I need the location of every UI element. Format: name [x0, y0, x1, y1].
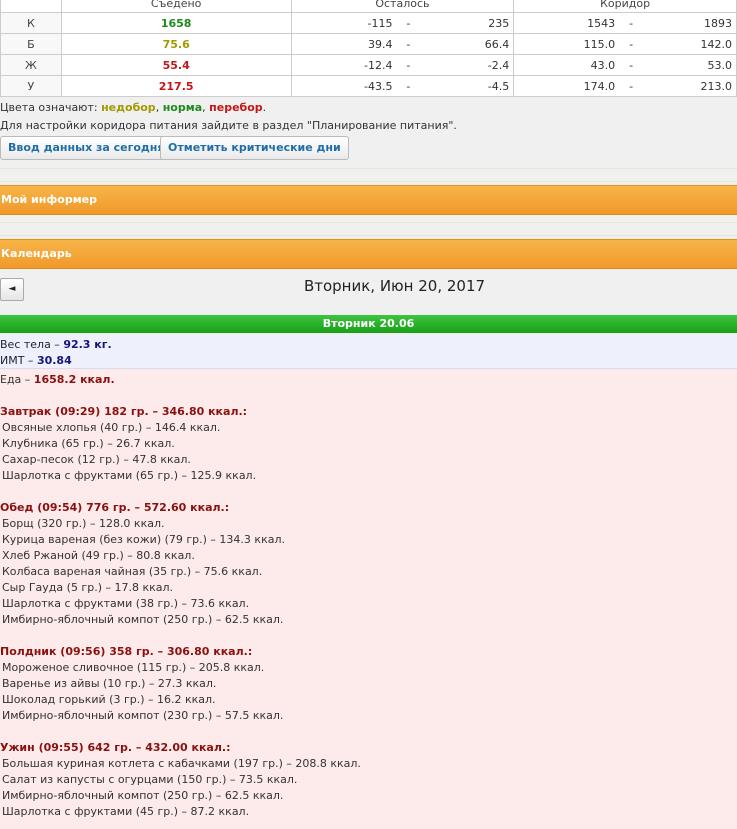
meal-item: Клубника (65 гр.) – 26.7 ккал.	[2, 437, 175, 450]
calendar-panel-header[interactable]: Календарь	[0, 239, 737, 269]
weight-value: 92.3 кг.	[63, 338, 112, 351]
range-dash: -	[619, 75, 643, 97]
left-from-value: -115	[290, 12, 397, 34]
weight-row: Вес тела – 92.3 кг.	[0, 338, 112, 351]
range-dash: -	[396, 54, 421, 76]
left-to-value: -2.4	[420, 54, 515, 76]
meal-item: Овсяные хлопья (40 гр.) – 146.4 ккал.	[2, 421, 221, 434]
food-diary: Еда – 1658.2 ккал. Завтрак (09:29) 182 г…	[0, 369, 737, 829]
food-total: Еда – 1658.2 ккал.	[0, 373, 115, 386]
divider	[0, 181, 737, 182]
nutrition-table: Съедено Осталось Коридор К 1658 -115-235 15…	[0, 0, 737, 97]
calendar-date-title: Вторник, Июн 20, 2017	[303, 277, 486, 295]
legend-over: перебор	[209, 101, 263, 114]
left-from-value: -12.4	[290, 54, 397, 76]
corridor-from-value: 1543	[513, 12, 620, 34]
meal-item: Шоколад горький (3 гр.) – 16.2 ккал.	[2, 693, 216, 706]
bmi-row: ИМТ – 30.84	[0, 354, 72, 367]
legend-under: недобор	[101, 101, 156, 114]
left-to-value: 66.4	[420, 33, 515, 55]
meal-title: Обед (09:54) 776 гр. – 572.60 ккал.:	[0, 501, 230, 514]
meal-item: Салат из капусты с огурцами (150 гр.) – …	[2, 773, 298, 786]
header-corridor: Коридор	[513, 0, 737, 13]
corridor-to-value: 213.0	[642, 75, 737, 97]
nutrient-label: К	[0, 12, 62, 34]
bmi-label: ИМТ –	[0, 354, 37, 367]
food-total-label: Еда –	[0, 373, 34, 386]
meal-item: Хлеб Ржаной (49 гр.) – 80.8 ккал.	[2, 549, 195, 562]
corridor-from-value: 43.0	[513, 54, 620, 76]
meal-title: Ужин (09:55) 642 гр. – 432.00 ккал.:	[0, 741, 231, 754]
divider	[0, 222, 737, 223]
left-to-value: 235	[420, 12, 515, 34]
meal-item: Имбирно-яблочный компот (250 гр.) – 62.5…	[2, 613, 284, 626]
legend-end: .	[262, 101, 267, 114]
meal-item: Сахар-песок (12 гр.) – 47.8 ккал.	[2, 453, 191, 466]
range-dash: -	[396, 33, 421, 55]
legend-sep: ,	[155, 101, 163, 114]
table-row: К 1658 -115-235 1543-1893	[0, 12, 737, 34]
header-eaten: Съедено	[60, 0, 292, 13]
meal-title: Завтрак (09:29) 182 гр. – 346.80 ккал.:	[0, 405, 248, 418]
table-header-corner	[0, 0, 62, 13]
color-legend: Цвета означают: недобор, норма, перебор.	[0, 101, 266, 114]
left-from-value: 39.4	[290, 33, 397, 55]
table-row: У 217.5 -43.5- -4.5 174.0-213.0	[0, 75, 737, 97]
body-metrics: Вес тела – 92.3 кг. ИМТ – 30.84	[0, 335, 737, 369]
nutrient-label: У	[0, 75, 62, 97]
selected-day-bar[interactable]: Вторник 20.06	[0, 315, 737, 333]
range-dash: -	[396, 12, 421, 34]
corridor-note: Для настройки коридора питания зайдите в…	[0, 119, 457, 132]
meal-item: Сыр Гауда (5 гр.) – 17.8 ккал.	[2, 581, 174, 594]
table-header-row: Съедено Осталось Коридор	[0, 0, 737, 13]
table-row: Б 75.6 39.4-66.4 115.0-142.0	[0, 33, 737, 55]
meal-item: Большая куриная котлета с кабачками (197…	[2, 757, 361, 770]
eaten-value: 55.4	[60, 54, 292, 76]
corridor-from-value: 115.0	[513, 33, 620, 55]
corridor-to-value: 53.0	[642, 54, 737, 76]
weight-label: Вес тела –	[0, 338, 64, 351]
range-dash: -	[619, 54, 643, 76]
meal-item: Шарлотка с фруктами (65 гр.) – 125.9 кка…	[2, 469, 257, 482]
corridor-from-value: 174.0	[513, 75, 620, 97]
eaten-value: 217.5	[60, 75, 292, 97]
food-total-value: 1658.2 ккал.	[33, 373, 115, 386]
meal-title: Полдник (09:56) 358 гр. – 306.80 ккал.:	[0, 645, 253, 658]
left-from-value: -43.5	[290, 75, 397, 97]
range-dash: -	[396, 75, 421, 97]
left-to-value: -4.5	[420, 75, 515, 97]
meal-item: Курица вареная (без кожи) (79 гр.) – 134…	[2, 533, 285, 546]
nutrient-label: Б	[0, 33, 62, 55]
bmi-value: 30.84	[36, 354, 72, 367]
divider	[0, 235, 737, 236]
corridor-to-value: 142.0	[642, 33, 737, 55]
informer-panel-header[interactable]: Мой информер	[0, 185, 737, 215]
table-row: Ж 55.4 -12.4- -2.4 43.0-53.0	[0, 54, 737, 76]
corridor-to-value: 1893	[642, 12, 737, 34]
mark-critical-days-button[interactable]: Отметить критические дни	[160, 136, 349, 160]
meal-item: Шарлотка с фруктами (45 гр.) – 87.2 ккал…	[2, 805, 250, 818]
meal-item: Имбирно-яблочный компот (230 гр.) – 57.5…	[2, 709, 284, 722]
header-left: Осталось	[290, 0, 515, 13]
range-dash: -	[619, 12, 643, 34]
eaten-value: 1658	[60, 12, 292, 34]
legend-prefix: Цвета означают:	[0, 101, 102, 114]
meal-item: Колбаса вареная чайная (35 гр.) – 75.6 к…	[2, 565, 263, 578]
enter-today-button[interactable]: Ввод данных за сегодня	[0, 136, 173, 160]
nutrient-label: Ж	[0, 54, 62, 76]
meal-item: Борщ (320 гр.) – 128.0 ккал.	[2, 517, 165, 530]
meal-item: Шарлотка с фруктами (38 гр.) – 73.6 ккал…	[2, 597, 250, 610]
legend-norm: норма	[162, 101, 203, 114]
meal-item: Варенье из айвы (10 гр.) – 27.3 ккал.	[2, 677, 217, 690]
divider	[0, 168, 737, 169]
range-dash: -	[619, 33, 643, 55]
meal-item: Мороженое сливочное (115 гр.) – 205.8 кк…	[2, 661, 265, 674]
eaten-value: 75.6	[60, 33, 292, 55]
meal-item: Имбирно-яблочный компот (250 гр.) – 62.5…	[2, 789, 284, 802]
